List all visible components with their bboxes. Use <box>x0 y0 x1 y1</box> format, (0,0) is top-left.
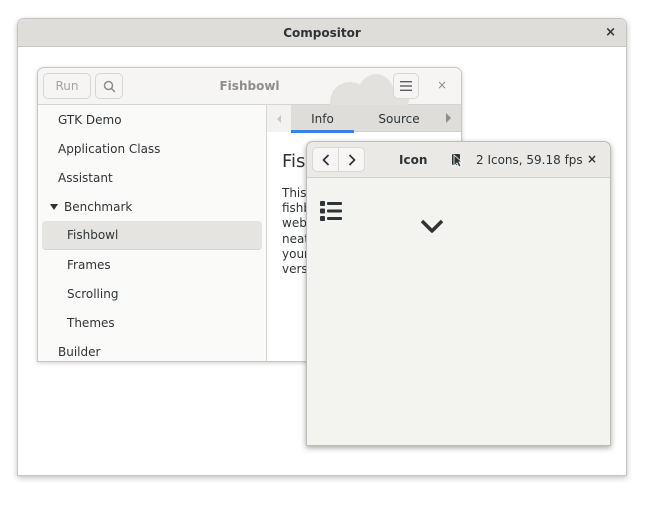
icon-window-close-button[interactable]: × <box>587 152 597 166</box>
sidebar-item-frames[interactable]: Frames <box>38 250 266 279</box>
expander-triangle-icon[interactable] <box>50 203 58 210</box>
sidebar-item-builder[interactable]: Builder <box>38 337 266 361</box>
sidebar-item-label: Application Class <box>58 141 161 156</box>
tab-scroll-right-button[interactable] <box>446 113 451 123</box>
main-menu-button[interactable] <box>393 73 419 99</box>
fps-status: 2 Icons, 59.18 fps <box>476 153 583 167</box>
sidebar-item-label: Fishbowl <box>67 228 119 242</box>
tab-scroll-left-button[interactable] <box>267 105 291 132</box>
sidebar-item-label: GTK Demo <box>58 112 122 127</box>
next-button[interactable] <box>338 148 364 171</box>
sidebar-item-label: Builder <box>58 344 101 359</box>
fishbowl-headerbar[interactable]: Run Fishbowl × <box>38 68 461 122</box>
sidebar-item-label: Scrolling <box>67 286 119 301</box>
arrow-left-icon <box>277 114 281 123</box>
sidebar-item-assistant[interactable]: Assistant <box>38 163 266 192</box>
demo-sidebar: GTK Demo Application Class Assistant Ben… <box>38 105 267 361</box>
fishbowl-close-button[interactable]: × <box>437 78 447 92</box>
chevron-down-icon <box>420 219 444 233</box>
icon-window-headerbar[interactable]: Icon 2 Icons, 59.18 fps × <box>307 142 610 178</box>
compositor-title: Compositor <box>283 25 361 40</box>
sidebar-item-label: Benchmark <box>64 199 133 214</box>
sidebar-item-gtk-demo[interactable]: GTK Demo <box>38 105 266 134</box>
view-list-icon <box>320 201 342 221</box>
sidebar-item-label: Assistant <box>58 170 113 185</box>
cursor-icon <box>452 154 463 168</box>
sidebar-item-label: Themes <box>67 315 115 330</box>
notebook-tabs: Info Source <box>267 105 461 133</box>
info-heading: Fis <box>282 151 306 172</box>
navigation-button-group <box>312 147 365 172</box>
tab-info[interactable]: Info <box>291 105 354 133</box>
tab-source[interactable]: Source <box>367 105 431 132</box>
compositor-titlebar[interactable]: Compositor × <box>18 19 626 47</box>
chevron-left-icon <box>321 153 329 166</box>
sidebar-item-fishbowl[interactable]: Fishbowl <box>42 221 262 250</box>
previous-button[interactable] <box>313 148 338 171</box>
icon-fishbowl-window: Icon 2 Icons, 59.18 fps × <box>306 141 611 446</box>
compositor-close-button[interactable]: × <box>605 25 616 40</box>
hamburger-icon <box>400 81 412 91</box>
sidebar-item-label: Frames <box>67 257 111 272</box>
sidebar-item-benchmark[interactable]: Benchmark <box>38 192 266 221</box>
sidebar-item-scrolling[interactable]: Scrolling <box>38 279 266 308</box>
sidebar-item-themes[interactable]: Themes <box>38 308 266 337</box>
chevron-right-icon <box>348 153 356 166</box>
sidebar-item-application-class[interactable]: Application Class <box>38 134 266 163</box>
icon-window-title: Icon <box>399 153 428 167</box>
